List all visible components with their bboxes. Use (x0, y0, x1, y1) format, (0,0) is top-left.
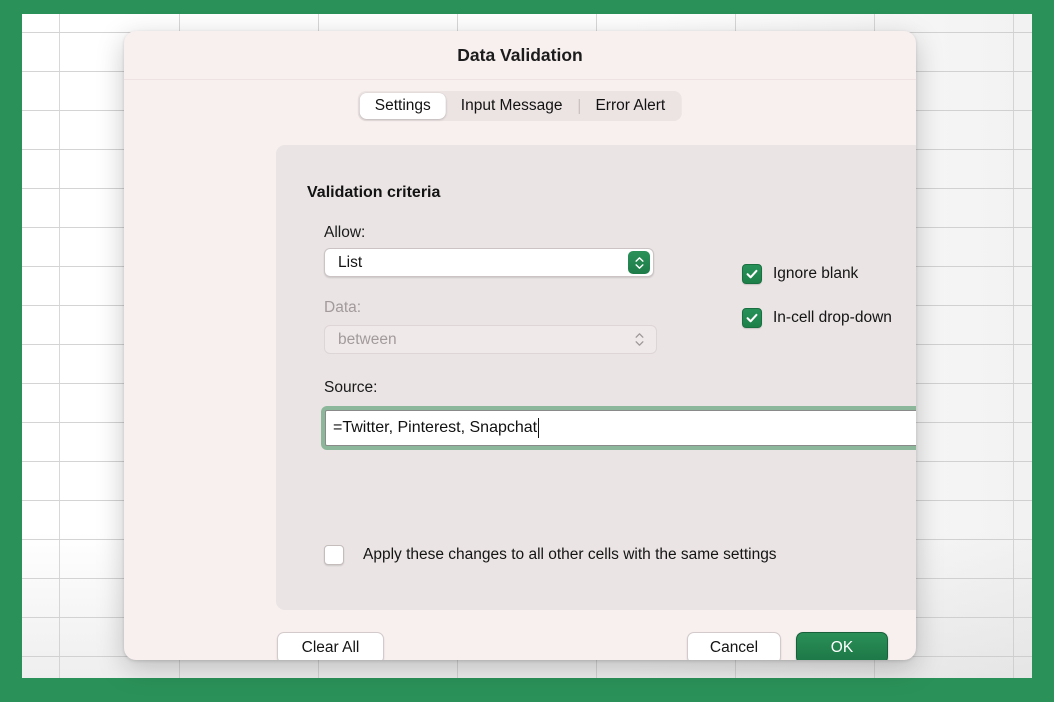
source-label: Source: (324, 379, 378, 396)
tab-error-alert[interactable]: Error Alert (580, 93, 680, 119)
checkbox-in-cell-dropdown[interactable] (742, 308, 762, 328)
tab-settings[interactable]: Settings (359, 93, 446, 119)
validation-criteria-heading: Validation criteria (307, 184, 441, 201)
apply-all-row[interactable]: Apply these changes to all other cells w… (324, 545, 777, 565)
tabbar-wrapper: Settings Input Message Error Alert (124, 80, 916, 127)
in-cell-dropdown-row[interactable]: In-cell drop-down (742, 308, 892, 328)
chevron-up-down-icon (629, 328, 649, 351)
allow-select-value: List (338, 253, 363, 271)
ignore-blank-label: Ignore blank (773, 265, 859, 282)
tab-divider (578, 98, 580, 114)
chevron-up-down-icon (628, 251, 650, 274)
in-cell-dropdown-label: In-cell drop-down (773, 309, 892, 326)
ok-button[interactable]: OK (796, 632, 888, 660)
source-input[interactable]: =Twitter, Pinterest, Snapchat (325, 410, 916, 446)
tab-input-message[interactable]: Input Message (446, 93, 578, 119)
source-input-focus-ring: =Twitter, Pinterest, Snapchat (321, 406, 916, 450)
ignore-blank-row[interactable]: Ignore blank (742, 264, 858, 284)
text-caret (537, 418, 540, 438)
allow-select[interactable]: List (324, 248, 654, 277)
tabbar: Settings Input Message Error Alert (357, 91, 683, 121)
allow-label: Allow: (324, 224, 366, 241)
data-select[interactable]: between (324, 325, 657, 354)
data-select-value: between (338, 330, 397, 348)
cancel-button[interactable]: Cancel (687, 632, 781, 660)
dialog-titlebar: Data Validation (124, 31, 916, 80)
dialog-title: Data Validation (457, 45, 583, 65)
settings-panel: Validation criteria Allow: List Data: be… (276, 145, 916, 610)
checkbox-apply-all[interactable] (324, 545, 344, 565)
clear-all-button[interactable]: Clear All (277, 632, 384, 660)
checkbox-ignore-blank[interactable] (742, 264, 762, 284)
source-input-value: =Twitter, Pinterest, Snapchat (333, 419, 538, 436)
data-validation-dialog: Data Validation Settings Input Message E… (124, 31, 916, 660)
data-label: Data: (324, 299, 362, 316)
apply-all-label: Apply these changes to all other cells w… (363, 546, 777, 563)
